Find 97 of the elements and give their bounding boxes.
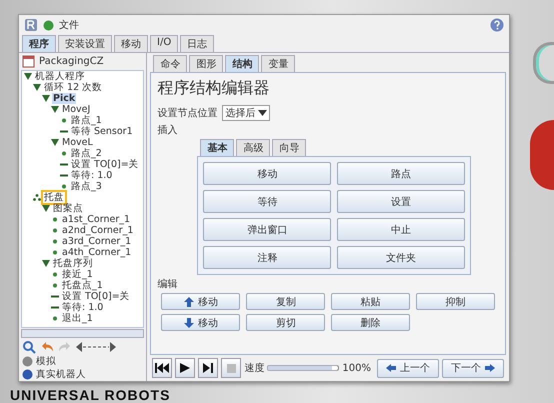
tree-item[interactable]: 设置 TO[0]=关 <box>70 159 140 170</box>
insert-tab[interactable]: 基本 <box>200 139 234 156</box>
horizontal-scrollbar[interactable] <box>21 329 144 338</box>
robot-icon <box>22 369 33 380</box>
edit-button[interactable]: 粘贴 <box>331 293 410 310</box>
previous-button[interactable]: 上一个 <box>377 358 439 378</box>
tree-item[interactable]: 路点_2 <box>70 148 103 159</box>
pallet-icon <box>33 194 41 201</box>
collapse-triangle-icon[interactable] <box>42 260 50 267</box>
right-arrow-icon <box>485 364 495 372</box>
emergency-stop-drawing <box>530 120 554 190</box>
brand-logo: UNIVERSAL ROBOTS <box>10 387 170 403</box>
tree-item[interactable]: 接近_1 <box>61 269 94 280</box>
rewind-button[interactable] <box>152 358 172 378</box>
main-tab[interactable]: I/O <box>150 35 178 52</box>
play-icon <box>180 363 190 373</box>
main-tab[interactable]: 移动 <box>114 35 148 52</box>
tree-item[interactable]: 循环 12 次数 <box>43 82 104 93</box>
node-position-dropdown[interactable]: 选择后 <box>222 105 270 121</box>
tree-item[interactable]: a3rd_Corner_1 <box>61 236 132 247</box>
editor-title: 程序结构编辑器 <box>157 78 270 99</box>
edit-button[interactable]: 删除 <box>331 314 410 331</box>
edit-label: 编辑 <box>157 278 178 291</box>
status-icon <box>43 20 54 30</box>
tree-item[interactable]: 退出_1 <box>61 313 94 324</box>
simulation-icon <box>22 356 33 367</box>
tree-item[interactable]: 托盘 <box>43 192 65 203</box>
editor-tab[interactable]: 图形 <box>189 55 224 72</box>
left-arrow-icon <box>386 364 396 372</box>
tree-item[interactable]: MoveJ <box>61 104 92 115</box>
node-position-label: 设置节点位置 <box>157 106 218 120</box>
tree-item[interactable]: 路点_3 <box>70 181 103 192</box>
insert-label: 插入 <box>157 124 178 137</box>
file-icon <box>22 55 35 68</box>
edit-button[interactable]: 抑制 <box>416 293 495 310</box>
editor-tab[interactable]: 变量 <box>261 55 296 72</box>
main-tab[interactable]: 程序 <box>22 35 56 52</box>
waypoint-icon <box>60 117 68 124</box>
collapse-triangle-icon[interactable] <box>51 139 59 146</box>
tree-item[interactable]: Pick <box>52 93 76 104</box>
insert-tab[interactable]: 高级 <box>236 139 270 156</box>
step-button[interactable] <box>198 358 218 378</box>
search-icon[interactable] <box>22 340 36 354</box>
command-icon <box>60 128 68 135</box>
collapse-triangle-icon[interactable] <box>42 205 50 212</box>
edit-button[interactable]: 复制 <box>246 293 326 310</box>
tree-item[interactable]: 托盘点_1 <box>61 280 104 291</box>
speed-label: 速度 <box>244 362 264 375</box>
waypoint-icon <box>51 315 59 322</box>
down-arrow-icon <box>184 318 194 328</box>
tree-item[interactable]: 路点_1 <box>70 115 103 126</box>
tree-item[interactable]: 图案点 <box>52 203 84 214</box>
edit-button[interactable]: 移动 <box>161 293 240 310</box>
program-name: PackagingCZ <box>39 56 104 67</box>
tree-item[interactable]: a2nd_Corner_1 <box>61 225 134 236</box>
play-button[interactable] <box>175 358 196 378</box>
undo-icon[interactable] <box>40 340 54 354</box>
edit-button[interactable]: 剪切 <box>246 314 326 331</box>
editor-tab[interactable]: 命令 <box>153 55 188 72</box>
insert-tab[interactable]: 向导 <box>272 139 306 156</box>
insert-button[interactable]: 弹出窗口 <box>203 218 332 241</box>
edit-button[interactable]: 移动 <box>161 314 240 331</box>
insert-button[interactable]: 移动 <box>203 162 332 185</box>
dropdown-caret-icon <box>258 110 268 116</box>
tree-item[interactable]: 等待: 1.0 <box>70 170 114 181</box>
robot-logo-icon <box>24 18 38 32</box>
speed-reading: 100% <box>342 362 371 374</box>
insert-button[interactable]: 路点 <box>337 162 465 185</box>
status-option[interactable]: 模拟 <box>36 355 56 368</box>
tree-item[interactable]: 机器人程序 <box>34 71 86 82</box>
main-tab[interactable]: 安装设置 <box>58 35 112 52</box>
power-button-drawing <box>533 42 554 84</box>
tree-item[interactable]: 设置 TO[0]=关 <box>61 291 131 302</box>
next-button[interactable]: 下一个 <box>442 358 504 378</box>
insert-button[interactable]: 中止 <box>337 218 465 241</box>
file-menu[interactable]: 文件 <box>59 18 79 32</box>
main-tab[interactable]: 日志 <box>180 35 214 52</box>
editor-tab[interactable]: 结构 <box>225 55 260 72</box>
tree-item[interactable]: 等待 Sensor1 <box>70 126 134 137</box>
skip-back-icon <box>155 363 170 373</box>
tree-item[interactable]: a4th_Corner_1 <box>61 247 132 258</box>
stop-icon <box>226 364 236 372</box>
tree-item[interactable]: a1st_Corner_1 <box>61 214 132 225</box>
step-forward-icon <box>203 363 214 373</box>
waypoint-icon <box>60 150 68 157</box>
insert-button[interactable]: 文件夹 <box>337 246 465 269</box>
tree-item[interactable]: 等待: 1.0 <box>61 302 104 313</box>
tree-item[interactable]: 托盘序列 <box>52 258 94 269</box>
tree-item[interactable]: MoveL <box>61 137 94 148</box>
up-arrow-icon <box>184 296 194 306</box>
insert-button[interactable]: 设置 <box>337 190 465 213</box>
insert-button[interactable]: 等待 <box>203 190 332 213</box>
expand-arrows-icon[interactable] <box>76 341 116 353</box>
status-option[interactable]: 真实机器人 <box>36 368 86 381</box>
insert-button[interactable]: 注释 <box>203 246 332 269</box>
waypoint-icon <box>60 183 68 190</box>
help-icon[interactable] <box>490 18 504 32</box>
